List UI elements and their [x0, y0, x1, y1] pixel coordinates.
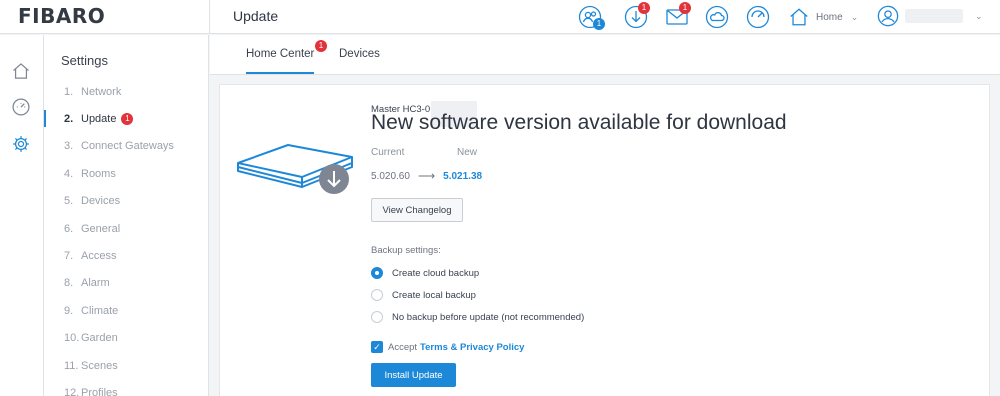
- item-label: General: [81, 222, 121, 235]
- item-number: 12.: [64, 386, 80, 396]
- sidebar-item-network[interactable]: 1. Network: [44, 78, 209, 105]
- item-label: Scenes: [81, 359, 118, 372]
- item-number: 11.: [64, 359, 79, 372]
- item-label: Profiles: [81, 386, 118, 396]
- sidebar-item-garden[interactable]: 10. Garden: [44, 325, 209, 352]
- sidebar-item-profiles[interactable]: 12. Profiles: [44, 379, 209, 396]
- item-label: Update: [81, 113, 117, 126]
- install-update-button[interactable]: Install Update: [371, 363, 456, 387]
- version-labels: Current New: [371, 147, 477, 158]
- chevron-down-icon: ⌄: [850, 11, 859, 22]
- chevron-down-icon: ⌄: [975, 10, 983, 21]
- item-number: 8.: [64, 277, 74, 290]
- backup-option-local[interactable]: Create local backup: [371, 289, 476, 301]
- item-number: 2.: [64, 113, 74, 126]
- tab-badge: 1: [315, 40, 327, 52]
- new-version: 5.021.38: [443, 170, 483, 182]
- sidebar-item-climate[interactable]: 9. Climate: [44, 297, 209, 324]
- home-selector-label: Home: [816, 11, 843, 23]
- item-label: Rooms: [81, 167, 116, 180]
- item-number: 3.: [64, 140, 74, 153]
- users-icon[interactable]: 1: [578, 5, 605, 30]
- cloud-icon[interactable]: [705, 5, 729, 29]
- update-headline: New software version available for downl…: [371, 111, 787, 134]
- fibaro-logo[interactable]: FIBARO: [18, 4, 105, 28]
- mail-icon[interactable]: 1: [665, 2, 691, 29]
- backup-option-cloud[interactable]: Create cloud backup: [371, 267, 479, 279]
- sidebar-item-devices[interactable]: 5. Devices: [44, 188, 209, 215]
- item-label: Access: [81, 250, 117, 263]
- view-changelog-button[interactable]: View Changelog: [371, 198, 463, 222]
- sidebar-item-general[interactable]: 6. General: [44, 215, 209, 242]
- item-label: Connect Gateways: [81, 140, 174, 153]
- update-tabs: Home Center 1 Devices: [210, 35, 1000, 75]
- update-card: Master HC3-0 New software version availa…: [219, 84, 990, 396]
- current-version: 5.020.60: [371, 170, 410, 182]
- download-icon[interactable]: 1: [624, 2, 650, 29]
- radio-button[interactable]: [371, 311, 383, 323]
- item-number: 6.: [64, 222, 74, 235]
- icon-rail: [0, 35, 44, 396]
- arrow-right-icon: ⟶: [417, 169, 436, 183]
- item-label: Alarm: [81, 277, 110, 290]
- user-circle-icon: [877, 5, 899, 27]
- home-icon[interactable]: [11, 61, 31, 81]
- item-number: 10.: [64, 332, 80, 345]
- item-number: 5.: [64, 195, 74, 208]
- version-values: 5.020.60 ⟶ 5.021.38: [371, 169, 482, 183]
- page-title: Update: [233, 8, 279, 24]
- current-label: Current: [371, 147, 405, 158]
- backup-option-label: Create cloud backup: [392, 267, 480, 279]
- item-number: 7.: [64, 250, 74, 263]
- tab-home-center[interactable]: Home Center 1: [246, 40, 327, 74]
- item-label: Devices: [81, 195, 121, 208]
- tab-label: Home Center: [246, 48, 315, 60]
- accept-terms-row: ✓ Accept Terms & Privacy Policy: [371, 341, 524, 353]
- sidebar-item-scenes[interactable]: 11. Scenes: [44, 352, 209, 379]
- settings-gear-icon[interactable]: [11, 134, 31, 154]
- item-number: 9.: [64, 304, 74, 317]
- home-icon: [788, 6, 810, 28]
- mail-badge: 1: [679, 2, 691, 14]
- sidebar-item-rooms[interactable]: 4. Rooms: [44, 160, 209, 187]
- gauge-icon[interactable]: [746, 5, 770, 29]
- home-selector[interactable]: Home ⌄: [788, 5, 858, 29]
- backup-option-label: No backup before update (not recommended…: [392, 311, 585, 323]
- settings-menu: 1. Network 2. Update 1 3. Connect Gateways 4…: [44, 78, 209, 396]
- sidebar-title: Settings: [61, 53, 108, 68]
- backup-option-label: Create local backup: [392, 289, 476, 301]
- item-number: 4.: [64, 167, 74, 180]
- home-center-device-icon: [237, 144, 353, 194]
- settings-sidebar: Settings 1. Network 2. Update 1 3. Connect G…: [44, 35, 209, 396]
- tab-label: Devices: [339, 48, 380, 60]
- item-label: Garden: [81, 332, 118, 345]
- backup-option-none[interactable]: No backup before update (not recommended…: [371, 311, 584, 323]
- dashboard-icon[interactable]: [11, 97, 31, 117]
- backup-settings-title: Backup settings:: [371, 245, 441, 256]
- terms-privacy-link[interactable]: Terms & Privacy Policy: [420, 342, 524, 353]
- sidebar-item-update[interactable]: 2. Update 1: [44, 105, 209, 132]
- item-label: Climate: [81, 304, 119, 317]
- accept-label: Accept: [388, 341, 418, 353]
- tab-devices[interactable]: Devices: [339, 48, 380, 60]
- new-label: New: [457, 147, 478, 158]
- download-badge: 1: [638, 2, 650, 14]
- sidebar-item-access[interactable]: 7. Access: [44, 242, 209, 269]
- accept-checkbox[interactable]: ✓: [371, 341, 383, 353]
- update-badge: 1: [121, 113, 134, 126]
- topbar-divider: [209, 0, 210, 34]
- sidebar-item-alarm[interactable]: 8. Alarm: [44, 270, 209, 297]
- radio-button[interactable]: [371, 289, 383, 301]
- user-menu[interactable]: ⌄: [877, 5, 983, 27]
- item-number: 1.: [64, 85, 74, 98]
- users-badge: 1: [593, 18, 605, 30]
- top-bar: FIBARO Update 1 1 1 Home ⌄ ⌄: [0, 0, 1000, 34]
- radio-button[interactable]: [371, 267, 383, 279]
- user-name-redacted: [905, 9, 963, 23]
- item-label: Network: [81, 85, 122, 98]
- sidebar-item-connect-gateways[interactable]: 3. Connect Gateways: [44, 133, 209, 160]
